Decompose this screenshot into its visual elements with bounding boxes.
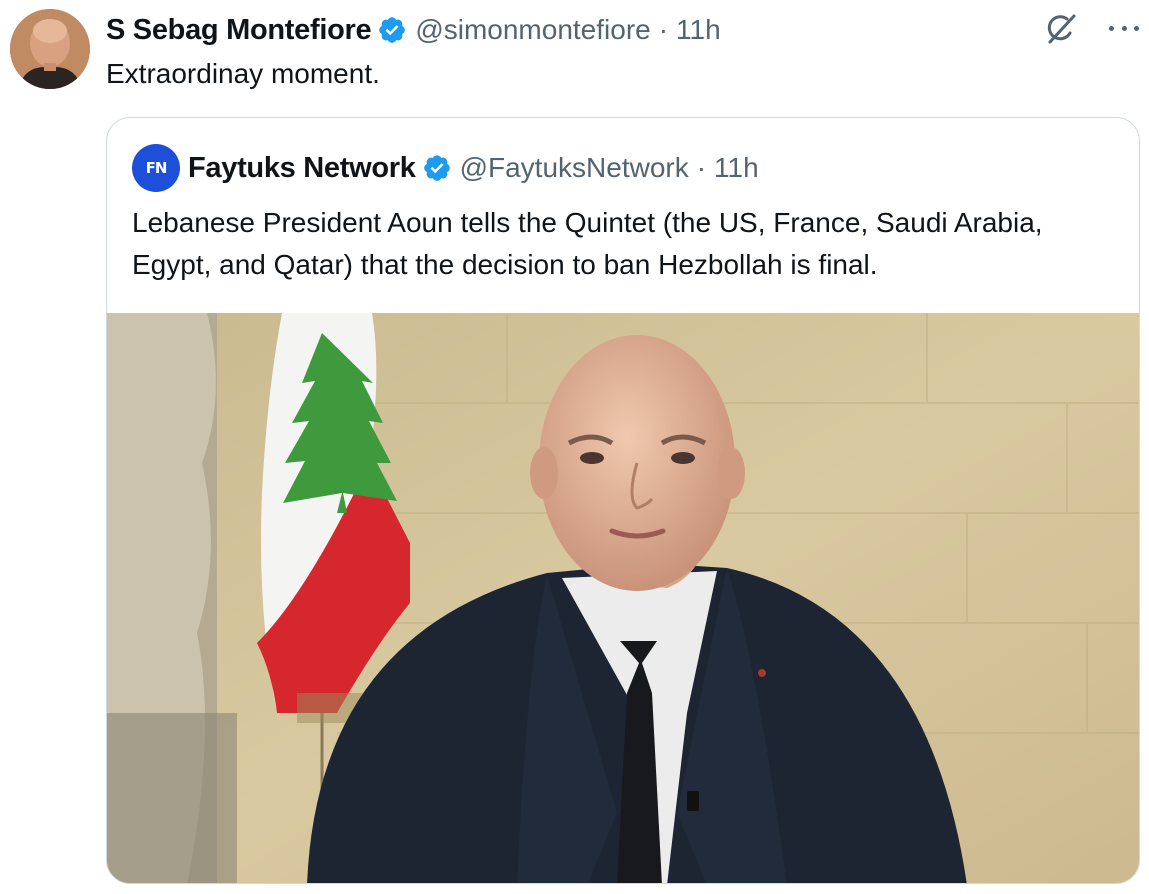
separator-dot: · bbox=[696, 152, 707, 183]
author-handle[interactable]: @simonmontefiore bbox=[415, 14, 650, 46]
quoted-author-handle[interactable]: @FaytuksNetwork bbox=[460, 152, 689, 184]
verified-badge-icon[interactable] bbox=[422, 153, 452, 183]
tweet-text: Extraordinay moment. bbox=[106, 58, 380, 89]
author-avatar[interactable] bbox=[10, 9, 90, 89]
tweet[interactable]: S Sebag Montefiore @simonmontefiore · 11… bbox=[0, 0, 1149, 894]
author-name[interactable]: S Sebag Montefiore bbox=[106, 14, 372, 47]
quoted-tweet-header: FN Faytuks Network @FaytuksNetwork · 11h bbox=[132, 144, 759, 192]
more-options-icon[interactable] bbox=[1109, 10, 1139, 46]
quoted-author-avatar[interactable]: FN bbox=[132, 144, 180, 192]
quoted-tweet-image[interactable] bbox=[107, 313, 1139, 883]
quoted-tweet-text: Lebanese President Aoun tells the Quinte… bbox=[132, 207, 1043, 280]
quoted-timestamp[interactable]: 11h bbox=[714, 152, 759, 184]
timestamp[interactable]: 11h bbox=[676, 14, 721, 46]
separator-dot: · bbox=[658, 14, 669, 45]
tweet-actions bbox=[1043, 10, 1139, 46]
verified-badge-icon[interactable] bbox=[377, 15, 407, 45]
quoted-author-name[interactable]: Faytuks Network bbox=[188, 152, 416, 185]
quoted-avatar-logo-text: FN bbox=[145, 159, 168, 177]
grok-icon[interactable] bbox=[1043, 10, 1079, 46]
quoted-tweet[interactable]: FN Faytuks Network @FaytuksNetwork · 11h… bbox=[106, 117, 1140, 884]
tweet-header: S Sebag Montefiore @simonmontefiore · 11… bbox=[106, 10, 721, 50]
